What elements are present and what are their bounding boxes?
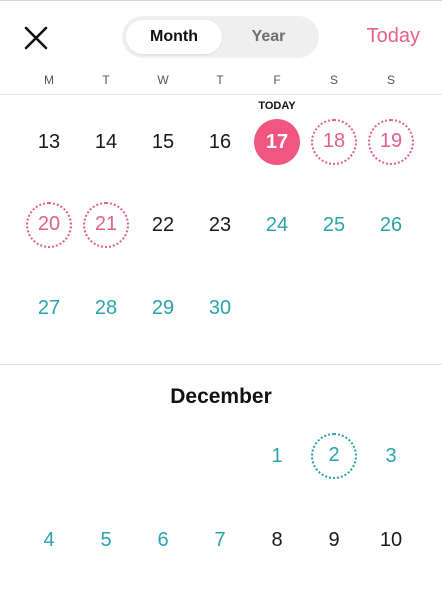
day-cell[interactable]: 9 [311, 517, 357, 563]
day-cell[interactable]: 30 [197, 285, 243, 331]
day-cell[interactable]: 4 [26, 517, 72, 563]
day-cell[interactable]: 15 [140, 119, 186, 165]
month-divider [0, 364, 442, 365]
day-cell[interactable]: 7 [197, 517, 243, 563]
day-cell[interactable]: 8 [254, 517, 300, 563]
weekday-label: S [386, 73, 395, 87]
day-cell[interactable]: 29 [140, 285, 186, 331]
today-day-cell[interactable]: 17 [254, 119, 300, 165]
month-title: December [170, 385, 272, 408]
header-divider [0, 94, 442, 95]
weekday-label: T [102, 73, 110, 87]
weekday-label: F [273, 73, 281, 87]
day-cell[interactable]: 13 [26, 119, 72, 165]
close-icon [24, 26, 48, 50]
weekday-label: S [329, 73, 338, 87]
weekday-label: T [216, 73, 224, 87]
day-cell[interactable]: 14 [83, 119, 129, 165]
day-cell[interactable]: 3 [368, 433, 414, 479]
day-cell[interactable]: 28 [83, 285, 129, 331]
day-cell[interactable]: 10 [368, 517, 414, 563]
year-tab[interactable]: Year [222, 20, 315, 54]
day-cell[interactable]: 24 [254, 202, 300, 248]
month-tab[interactable]: Month [126, 20, 222, 54]
highlighted-day-cell[interactable]: 18 [311, 119, 357, 165]
day-cell[interactable]: 16 [197, 119, 243, 165]
highlighted-day-cell[interactable]: 19 [368, 119, 414, 165]
day-cell[interactable]: 1 [254, 433, 300, 479]
top-divider [0, 0, 442, 1]
highlighted-day-cell[interactable]: 2 [311, 433, 357, 479]
day-cell[interactable]: 23 [197, 202, 243, 248]
day-cell[interactable]: 22 [140, 202, 186, 248]
weekday-label: W [157, 73, 169, 87]
day-cell[interactable]: 5 [83, 517, 129, 563]
day-cell[interactable]: 25 [311, 202, 357, 248]
today-button[interactable]: Today [367, 25, 420, 48]
weekday-label: M [44, 73, 54, 87]
day-cell[interactable]: 6 [140, 517, 186, 563]
highlighted-day-cell[interactable]: 21 [83, 202, 129, 248]
view-segmented-control: Month Year [122, 16, 319, 58]
close-button[interactable] [22, 24, 50, 52]
day-cell[interactable]: 26 [368, 202, 414, 248]
highlighted-day-cell[interactable]: 20 [26, 202, 72, 248]
today-label: TODAY [258, 100, 296, 112]
day-cell[interactable]: 27 [26, 285, 72, 331]
